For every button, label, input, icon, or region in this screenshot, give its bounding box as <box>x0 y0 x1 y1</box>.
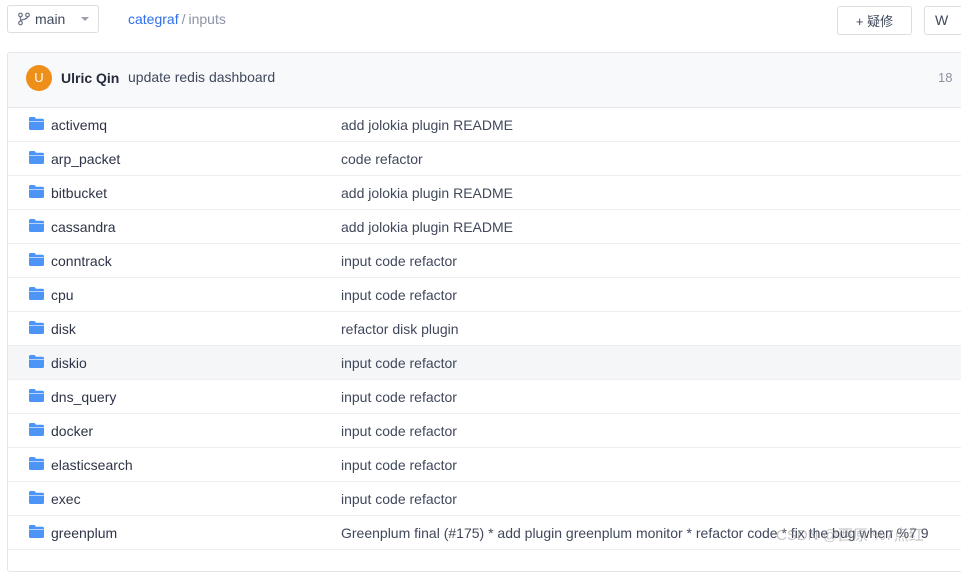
folder-icon <box>29 525 44 538</box>
file-name[interactable]: cassandra <box>51 219 116 235</box>
file-row[interactable]: cpu input code refactor <box>8 278 961 312</box>
chevron-down-icon <box>81 17 89 21</box>
file-row[interactable]: exec input code refactor <box>8 482 961 516</box>
folder-icon <box>29 253 44 266</box>
avatar[interactable]: U <box>26 65 52 91</box>
folder-icon <box>29 389 44 402</box>
folder-icon <box>29 185 44 198</box>
folder-icon <box>29 423 44 436</box>
file-commit-message[interactable]: add jolokia plugin README <box>341 219 513 235</box>
file-commit-message[interactable]: input code refactor <box>341 491 457 507</box>
file-name[interactable]: arp_packet <box>51 151 120 167</box>
file-name[interactable]: elasticsearch <box>51 457 133 473</box>
file-row[interactable]: activemq add jolokia plugin README <box>8 108 961 142</box>
file-name[interactable]: activemq <box>51 117 107 133</box>
file-name[interactable]: conntrack <box>51 253 112 269</box>
file-commit-message[interactable]: input code refactor <box>341 457 457 473</box>
file-row[interactable]: conntrack input code refactor <box>8 244 961 278</box>
file-commit-message[interactable]: add jolokia plugin README <box>341 117 513 133</box>
folder-icon <box>29 457 44 470</box>
file-commit-message[interactable]: input code refactor <box>341 253 457 269</box>
file-table: U Ulric Qin update redis dashboard 18 ac… <box>7 52 961 572</box>
git-branch-icon <box>18 12 30 26</box>
breadcrumb-separator: / <box>181 11 186 27</box>
file-row[interactable]: cassandra add jolokia plugin README <box>8 210 961 244</box>
top-bar: main categraf / inputs + 疑修 W <box>0 0 961 40</box>
commit-author[interactable]: Ulric Qin <box>61 70 119 86</box>
watermark: CSDN @西原 %7点红 <box>776 527 924 544</box>
folder-icon <box>29 321 44 334</box>
latest-commit-bar: U Ulric Qin update redis dashboard 18 <box>8 53 961 108</box>
file-row[interactable]: arp_packet code refactor <box>8 142 961 176</box>
file-name[interactable]: cpu <box>51 287 74 303</box>
file-commit-message[interactable]: input code refactor <box>341 389 457 405</box>
breadcrumb-current: inputs <box>188 11 226 27</box>
file-row[interactable]: disk refactor disk plugin <box>8 312 961 346</box>
w-button[interactable]: W <box>924 6 961 35</box>
file-commit-message[interactable]: input code refactor <box>341 423 457 439</box>
file-name[interactable]: disk <box>51 321 76 337</box>
breadcrumb: categraf / inputs <box>128 11 226 27</box>
file-commit-message[interactable]: input code refactor <box>341 287 457 303</box>
file-name[interactable]: diskio <box>51 355 87 371</box>
file-row[interactable]: docker input code refactor <box>8 414 961 448</box>
file-row[interactable]: bitbucket add jolokia plugin README <box>8 176 961 210</box>
folder-icon <box>29 355 44 368</box>
file-commit-message[interactable]: code refactor <box>341 151 423 167</box>
file-commit-message[interactable]: add jolokia plugin README <box>341 185 513 201</box>
folder-icon <box>29 287 44 300</box>
branch-selector[interactable]: main <box>7 5 99 33</box>
folder-icon <box>29 151 44 164</box>
commit-message[interactable]: update redis dashboard <box>128 69 275 85</box>
file-name[interactable]: bitbucket <box>51 185 107 201</box>
folder-icon <box>29 219 44 232</box>
file-row[interactable]: dns_query input code refactor <box>8 380 961 414</box>
folder-icon <box>29 117 44 130</box>
file-name[interactable]: exec <box>51 491 81 507</box>
file-name[interactable]: greenplum <box>51 525 117 541</box>
file-commit-message[interactable]: refactor disk plugin <box>341 321 459 337</box>
breadcrumb-root-link[interactable]: categraf <box>128 11 179 27</box>
file-list: activemq add jolokia plugin README arp_p… <box>8 108 961 550</box>
file-commit-message[interactable]: input code refactor <box>341 355 457 371</box>
commit-time: 18 <box>938 70 953 85</box>
folder-icon <box>29 491 44 504</box>
file-row[interactable]: elasticsearch input code refactor <box>8 448 961 482</box>
new-issue-button[interactable]: + 疑修 <box>837 6 912 35</box>
file-row[interactable]: diskio input code refactor <box>8 346 961 380</box>
branch-name: main <box>35 11 66 27</box>
file-name[interactable]: docker <box>51 423 93 439</box>
file-name[interactable]: dns_query <box>51 389 116 405</box>
